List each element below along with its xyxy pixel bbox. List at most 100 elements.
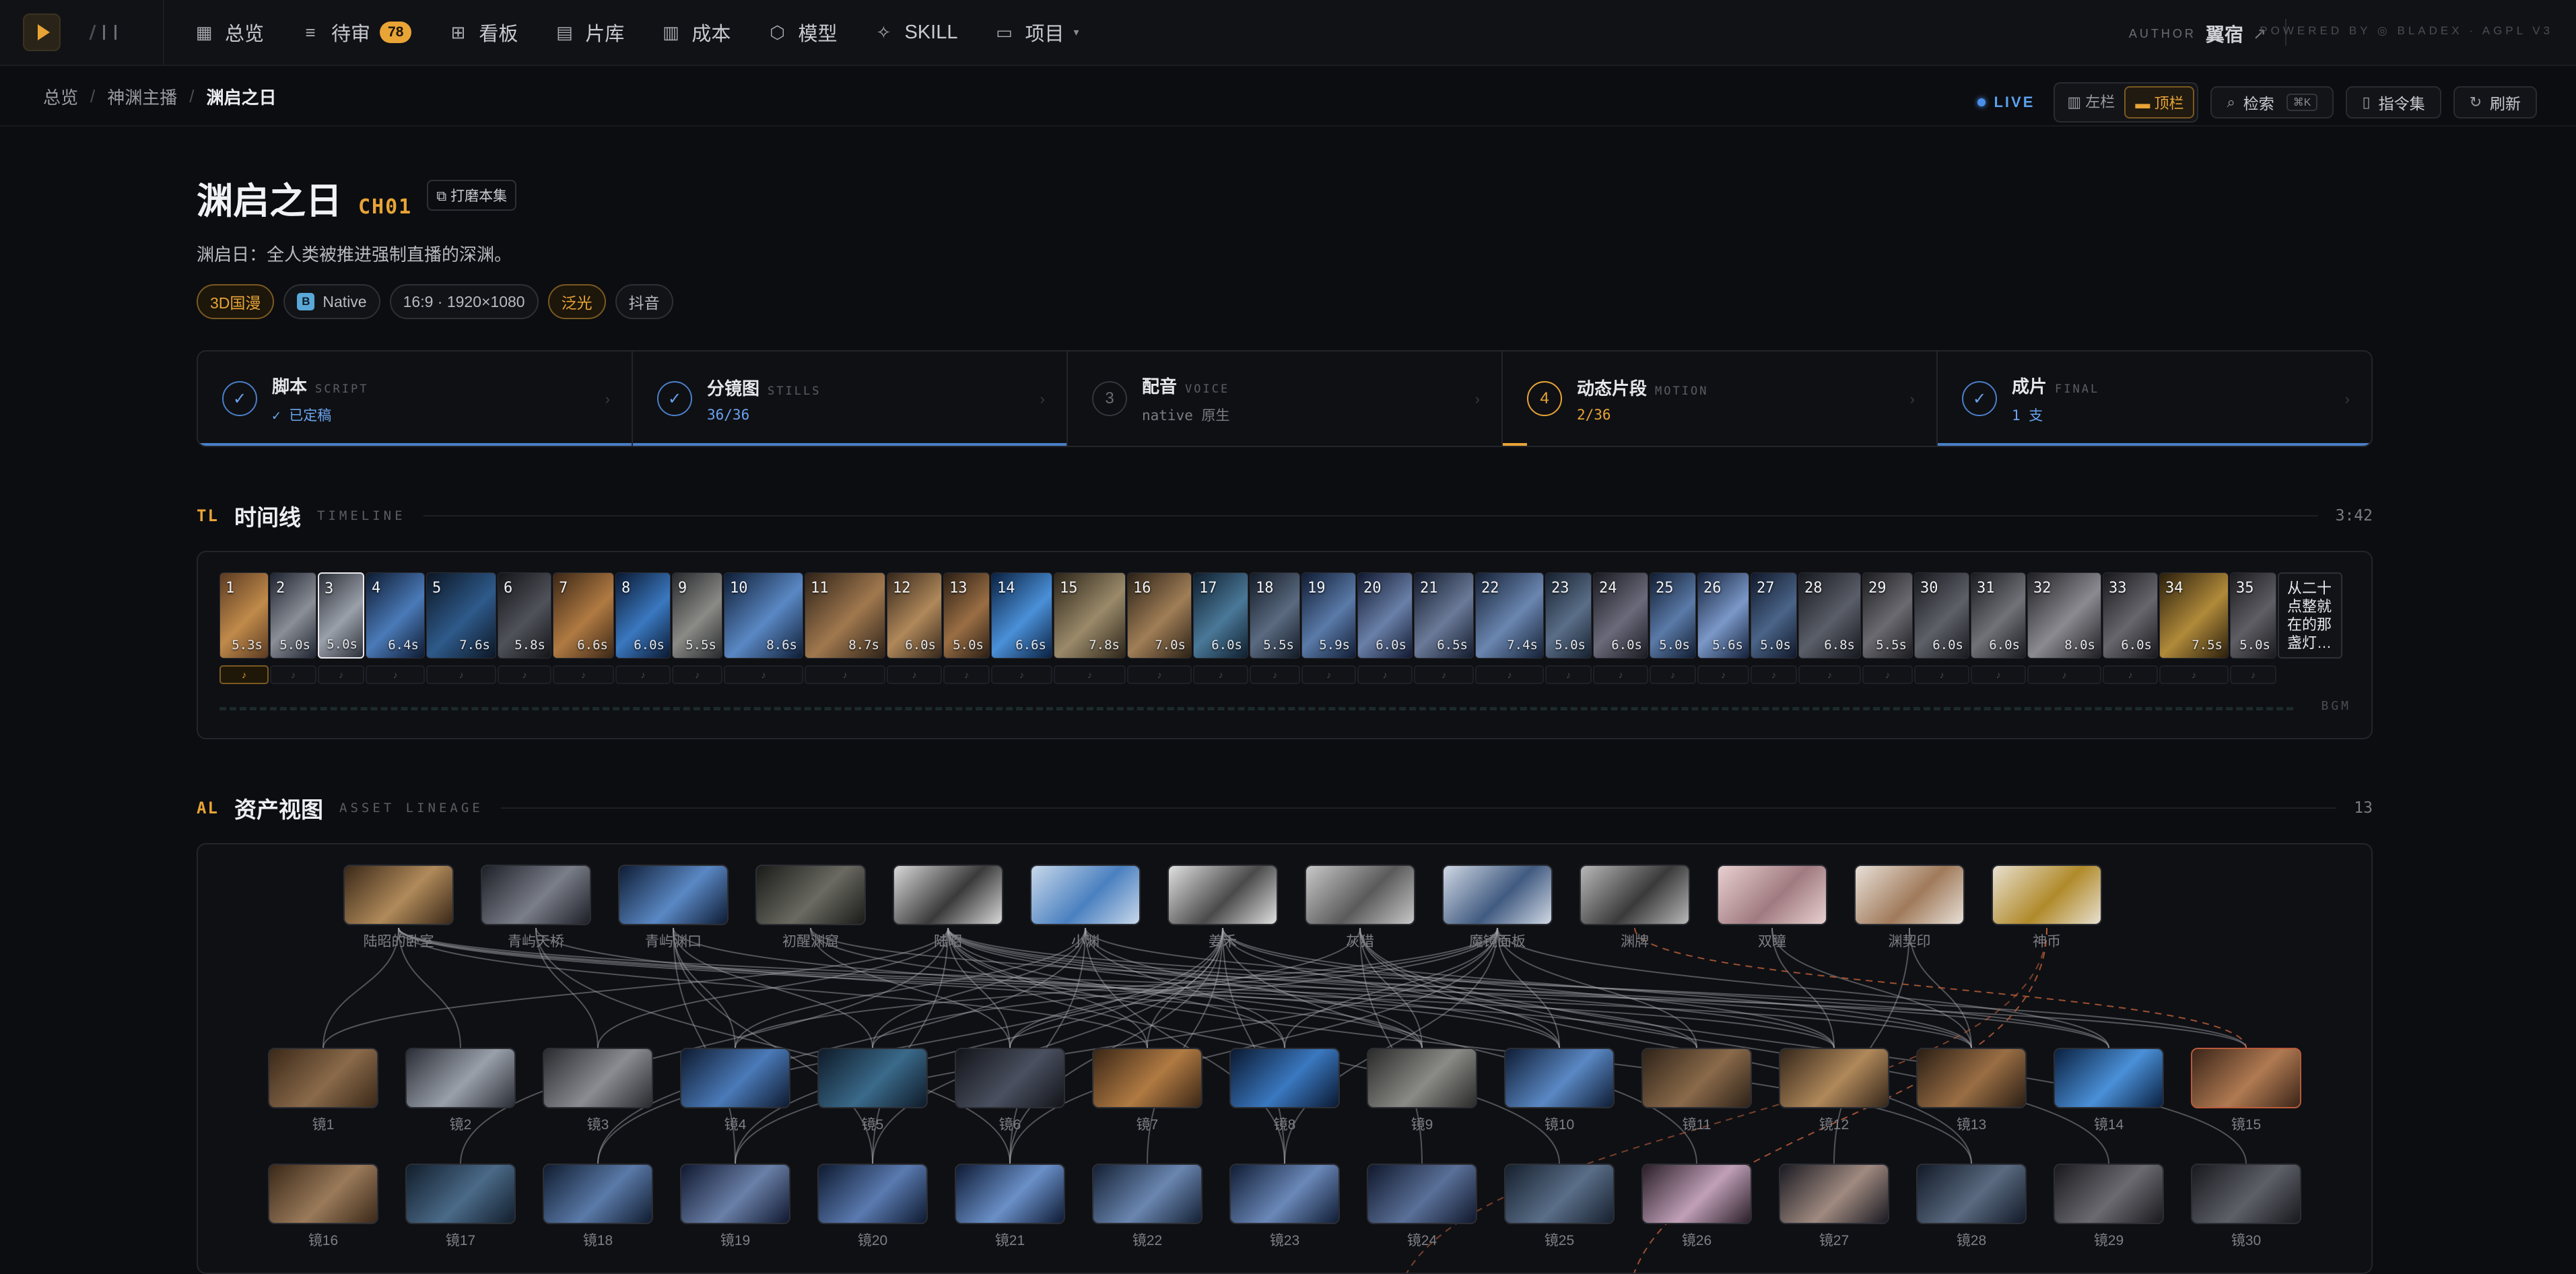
polish-episode-button[interactable]: ⧉ 打磨本集 [427,179,517,211]
voice-track-slot[interactable]: ♪ [1127,665,1192,684]
timeline-clip[interactable]: 22 7.4s [1475,572,1544,659]
asset-node[interactable] [680,1048,790,1108]
voice-track-slot[interactable]: ♪ [1697,665,1749,684]
voice-track-slot[interactable]: ♪ [1914,665,1969,684]
voice-track-slot[interactable]: ♪ [366,665,425,684]
timeline-clip[interactable]: 3 5.0s [318,572,364,659]
asset-node[interactable] [1916,1164,2027,1224]
timeline-clip[interactable]: 从二十点整就在的那盏灯… [2278,572,2342,659]
timeline-clip[interactable]: 15 7.8s [1054,572,1126,659]
voice-track-slot[interactable]: ♪ [318,665,364,684]
voice-track-slot[interactable]: ♪ [1414,665,1474,684]
asset-node[interactable] [1305,865,1415,925]
timeline-clip[interactable]: 7 6.6s [553,572,614,659]
refresh-button[interactable]: ↻ 刷新 [2453,86,2537,119]
nav-item-6[interactable]: ⬡ 模型 [767,0,837,65]
nav-item-7[interactable]: ✧ SKILL [873,0,958,65]
timeline-clip[interactable]: 12 6.0s [887,572,942,659]
timeline-clip[interactable]: 8 6.0s [615,572,671,659]
search-button[interactable]: ⌕ 检索 ⌘K [2210,86,2334,119]
voice-track-slot[interactable]: ♪ [672,665,722,684]
voice-track-slot[interactable]: ♪ [1250,665,1300,684]
timeline-clip[interactable]: 18 5.5s [1250,572,1300,659]
asset-node[interactable] [1641,1048,1752,1108]
timeline-clip[interactable]: 27 5.0s [1751,572,1797,659]
voice-track-slot[interactable]: ♪ [2027,665,2101,684]
voice-track-slot[interactable]: ♪ [2159,665,2229,684]
commands-button[interactable]: ▯ 指令集 [2346,86,2441,119]
asset-node[interactable] [1092,1164,1202,1224]
timeline-clip[interactable]: 9 5.5s [672,572,722,659]
asset-node[interactable] [1717,865,1827,925]
voice-track-slot[interactable]: ♪ [615,665,671,684]
voice-track-slot[interactable]: ♪ [1545,665,1592,684]
voice-track-slot[interactable]: ♪ [1593,665,1648,684]
nav-item-3[interactable]: ⊞ 看板 [448,0,518,65]
asset-node[interactable] [618,865,728,925]
asset-node[interactable] [1580,865,1690,925]
timeline-clip[interactable]: 28 6.8s [1798,572,1861,659]
timeline-clip[interactable]: 25 5.0s [1650,572,1696,659]
asset-node[interactable] [2054,1048,2164,1108]
asset-node[interactable] [680,1164,790,1224]
timeline-clip[interactable]: 26 5.6s [1697,572,1749,659]
voice-track-slot[interactable]: ♪ [2230,665,2276,684]
voice-track-slot[interactable]: ♪ [1357,665,1413,684]
voice-track-slot[interactable]: ♪ [887,665,942,684]
timeline-clip[interactable]: 32 8.0s [2027,572,2101,659]
timeline-clip[interactable]: 29 5.5s [1862,572,1913,659]
pipeline-stage[interactable]: 4 动态片段 MOTION 2/36 › [1503,351,1938,446]
play-logo-icon[interactable] [23,13,61,51]
tag[interactable]: 抖音 [615,284,673,319]
timeline-clip[interactable]: 2 5.0s [270,572,316,659]
nav-item-1[interactable]: ▦ 总览 [194,0,264,65]
asset-node[interactable] [1442,865,1553,925]
voice-track-slot[interactable]: ♪ [943,665,990,684]
timeline-clip[interactable]: 5 7.6s [426,572,496,659]
voice-track-slot[interactable]: ♪ [1798,665,1861,684]
asset-node[interactable] [481,865,591,925]
asset-node[interactable] [1367,1164,1477,1224]
pipeline-stage[interactable]: ✓ 分镜图 STILLS 36/36 › [633,351,1068,446]
asset-node[interactable] [1779,1164,1889,1224]
asset-node[interactable] [268,1164,378,1224]
voice-track-slot[interactable]: ♪ [1862,665,1913,684]
asset-node[interactable] [405,1164,516,1224]
asset-node[interactable] [1229,1048,1340,1108]
bgm-track[interactable] [219,707,2293,710]
voice-track-slot[interactable]: ♪ [1301,665,1356,684]
timeline-clip[interactable]: 13 5.0s [943,572,990,659]
voice-track-slot[interactable]: ♪ [553,665,614,684]
voice-track-slot[interactable]: ♪ [1751,665,1797,684]
asset-node[interactable] [268,1048,378,1108]
timeline-clip[interactable]: 1 5.3s [219,572,269,659]
voice-track-slot[interactable]: ♪ [1054,665,1126,684]
voice-track-slot[interactable]: ♪ [219,665,269,684]
asset-node[interactable] [1229,1164,1340,1224]
asset-node[interactable] [955,1164,1065,1224]
voice-track-slot[interactable]: ♪ [426,665,496,684]
asset-node[interactable] [543,1048,653,1108]
voice-track-slot[interactable]: ♪ [1475,665,1544,684]
nav-item-2[interactable]: ≡ 待审 78 [300,0,412,65]
timeline-clip[interactable]: 10 8.6s [724,572,803,659]
tag[interactable]: B Native [283,284,380,319]
timeline-clip[interactable]: 14 6.6s [991,572,1052,659]
asset-node[interactable] [1641,1164,1752,1224]
voice-track-slot[interactable]: ♪ [2103,665,2158,684]
pipeline-stage[interactable]: ✓ 脚本 SCRIPT ✓ 已定稿 › [198,351,633,446]
asset-node[interactable] [893,865,1003,925]
layout-left-button[interactable]: ▥ 左栏 [2058,86,2124,119]
timeline-clip[interactable]: 21 6.5s [1414,572,1474,659]
asset-node[interactable] [955,1048,1065,1108]
asset-node[interactable] [1092,1048,1202,1108]
breadcrumb-item[interactable]: 神渊主播 [107,84,177,109]
voice-track-slot[interactable]: ♪ [1650,665,1696,684]
nav-item-5[interactable]: ▥ 成本 [660,0,731,65]
asset-node[interactable] [817,1048,928,1108]
timeline-clip[interactable]: 19 5.9s [1301,572,1356,659]
asset-node[interactable] [2191,1164,2301,1224]
voice-track-slot[interactable]: ♪ [805,665,885,684]
tag[interactable]: 3D国漫 [197,284,275,319]
timeline-clip[interactable]: 33 6.0s [2103,572,2158,659]
